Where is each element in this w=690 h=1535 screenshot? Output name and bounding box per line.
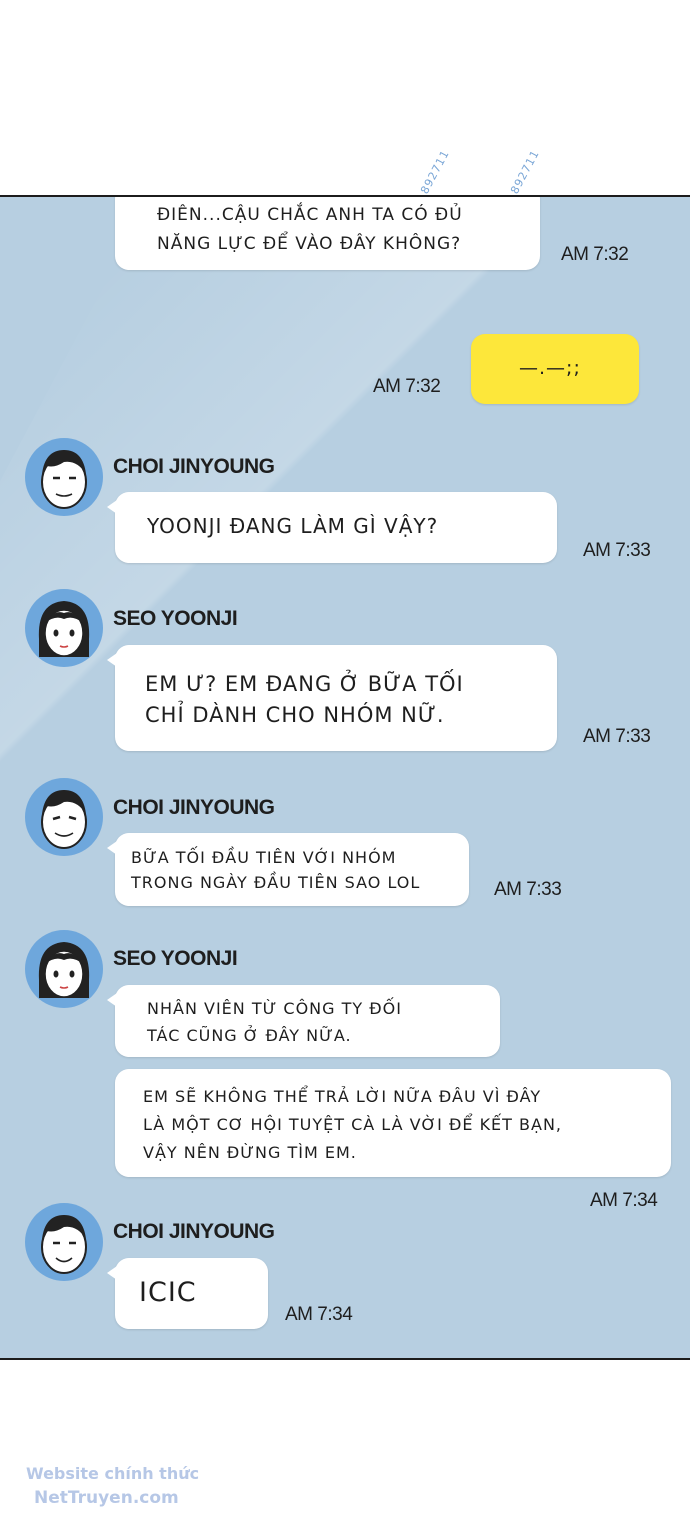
message-line: EM SẼ KHÔNG THỂ TRẢ LỜI NỮA ĐÂU VÌ ĐÂY bbox=[143, 1087, 542, 1106]
avatar-seo-yoonji[interactable] bbox=[25, 589, 103, 667]
watermark-id-1: 892711 bbox=[418, 147, 453, 197]
message-line: LÀ MỘT CƠ HỘI TUYỆT CÀ LÀ VỜI ĐỂ KẾT BẠN… bbox=[143, 1115, 562, 1134]
sender-name: CHOI JINYOUNG bbox=[113, 455, 275, 478]
footer-website-label: Website chính thức bbox=[26, 1464, 200, 1483]
avatar-choi-jinyoung[interactable] bbox=[25, 438, 103, 516]
sender-name: SEO YOONJI bbox=[113, 947, 238, 970]
sender-name: CHOI JINYOUNG bbox=[113, 796, 275, 819]
message-text: YOONJI ĐANG LÀM GÌ VẬY? bbox=[147, 514, 439, 538]
female-face-icon bbox=[38, 601, 90, 657]
message-bubble[interactable]: EM Ư? EM ĐANG Ở BỮA TỐI CHỈ DÀNH CHO NHÓ… bbox=[107, 645, 557, 751]
bubble-tail bbox=[107, 841, 117, 855]
timestamp: AM 7:34 bbox=[285, 1304, 353, 1325]
message-line: VẬY NÊN ĐỪNG TÌM EM. bbox=[143, 1143, 357, 1162]
message-line: NĂNG LỰC ĐỂ VÀO ĐÂY KHÔNG? bbox=[157, 234, 462, 254]
message-bubble[interactable]: NHÂN VIÊN TỪ CÔNG TY ĐỐI TÁC CŨNG Ở ĐÂY … bbox=[107, 985, 500, 1057]
avatar-choi-jinyoung[interactable] bbox=[25, 1203, 103, 1281]
timestamp: AM 7:34 bbox=[590, 1190, 658, 1211]
message-text: ICIC bbox=[139, 1277, 197, 1308]
timestamp: AM 7:32 bbox=[373, 376, 441, 397]
male-face-icon bbox=[41, 790, 87, 849]
message-line: BỮA TỐI ĐẦU TIÊN VỚI NHÓM bbox=[131, 848, 397, 867]
bubble-tail bbox=[107, 500, 117, 514]
timestamp: AM 7:33 bbox=[583, 540, 651, 561]
message-line: EM Ư? EM ĐANG Ở BỮA TỐI bbox=[145, 672, 464, 696]
message-bubble[interactable]: BỮA TỐI ĐẦU TIÊN VỚI NHÓM TRONG NGÀY ĐẦU… bbox=[107, 833, 469, 906]
bubble-tail bbox=[107, 653, 117, 667]
message-bubble[interactable]: YOONJI ĐANG LÀM GÌ VẬY? bbox=[107, 492, 557, 563]
male-face-icon bbox=[41, 1215, 87, 1274]
message-bubble[interactable]: ĐIÊN...CẬU CHẮC ANH TA CÓ ĐỦ NĂNG LỰC ĐỂ… bbox=[115, 197, 540, 270]
message-line: CHỈ DÀNH CHO NHÓM NỮ. bbox=[145, 703, 445, 727]
bubble-tail bbox=[107, 993, 117, 1007]
avatar-choi-jinyoung[interactable] bbox=[25, 778, 103, 856]
timestamp: AM 7:32 bbox=[561, 244, 629, 265]
message-line: NHÂN VIÊN TỪ CÔNG TY ĐỐI bbox=[147, 999, 402, 1018]
message-line: TÁC CŨNG Ở ĐÂY NỮA. bbox=[147, 1026, 352, 1045]
female-face-icon bbox=[38, 942, 90, 998]
message-bubble[interactable]: ICIC bbox=[107, 1258, 268, 1329]
footer-website-link[interactable]: NetTruyen.com bbox=[34, 1488, 179, 1508]
chat-panel[interactable]: ĐIÊN...CẬU CHẮC ANH TA CÓ ĐỦ NĂNG LỰC ĐỂ… bbox=[0, 195, 690, 1360]
male-face-icon bbox=[41, 450, 87, 509]
timestamp: AM 7:33 bbox=[494, 879, 562, 900]
timestamp: AM 7:33 bbox=[583, 726, 651, 747]
message-bubble[interactable]: EM SẼ KHÔNG THỂ TRẢ LỜI NỮA ĐÂU VÌ ĐÂY L… bbox=[115, 1069, 671, 1177]
bubble-tail bbox=[107, 1266, 117, 1280]
message-line: TRONG NGÀY ĐẦU TIÊN SAO LOL bbox=[131, 873, 421, 892]
avatar-seo-yoonji[interactable] bbox=[25, 930, 103, 1008]
watermark-id-2: 892711 bbox=[508, 147, 543, 197]
sender-name: CHOI JINYOUNG bbox=[113, 1220, 275, 1243]
my-message-bubble[interactable]: —.—;; bbox=[471, 334, 639, 404]
sender-name: SEO YOONJI bbox=[113, 607, 238, 630]
message-line: ĐIÊN...CẬU CHẮC ANH TA CÓ ĐỦ bbox=[157, 205, 463, 225]
message-text: —.—;; bbox=[519, 357, 581, 379]
